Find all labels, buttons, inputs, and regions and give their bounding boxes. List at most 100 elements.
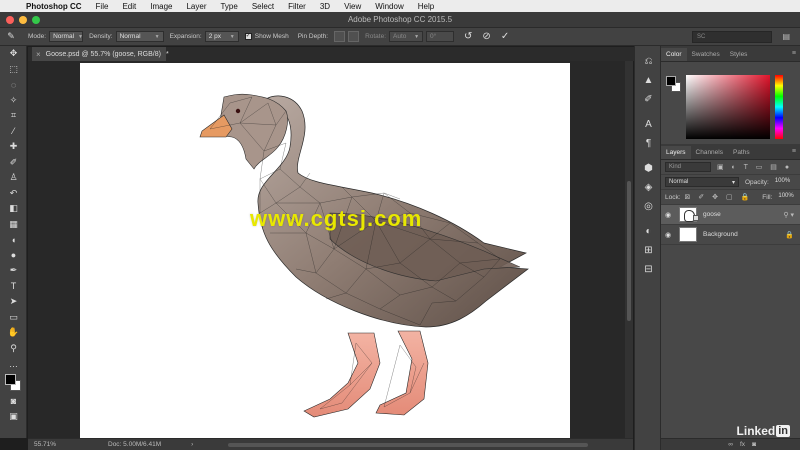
tab-styles[interactable]: Styles [725,48,753,61]
layer-style-icon[interactable]: fx [740,441,745,448]
tab-paths[interactable]: Paths [728,146,755,159]
menu-filter[interactable]: Filter [281,2,313,11]
filter-icons[interactable]: ▣ ◐ T ▭ ▤ ● [717,163,792,171]
menu-type[interactable]: Type [213,2,244,11]
tab-color[interactable]: Color [661,48,687,61]
layer-row-background[interactable]: ◉ Background 🔒 [661,225,800,245]
document-canvas[interactable] [80,63,570,438]
opacity-value[interactable]: 100% [772,177,793,187]
marquee-tool-icon[interactable]: ⬚ [0,62,27,78]
3d-panel-icon[interactable]: ⬢ [635,159,662,178]
menu-select[interactable]: Select [245,2,281,11]
foreground-background-swatches[interactable] [0,372,26,394]
color-panel-foreground-swatch[interactable] [666,76,676,86]
menu-file[interactable]: File [89,2,116,11]
checkmark-icon[interactable]: ✓ [501,31,509,42]
gradient-tool-icon[interactable]: ▦ [0,217,27,233]
visibility-eye-icon[interactable]: ◉ [665,231,675,239]
remove-pins-icon[interactable]: ↺ [464,31,472,42]
mode-select[interactable]: Normal ▼ [49,31,84,42]
blend-mode-select[interactable]: Normal ▾ [665,177,739,187]
history-panel-icon[interactable]: ⎌ [635,52,662,71]
menu-3d[interactable]: 3D [313,2,337,11]
menu-window[interactable]: Window [368,2,410,11]
character-panel-icon[interactable]: A [635,115,662,134]
horizontal-scroll-thumb[interactable] [228,443,588,447]
layer-row-goose[interactable]: ◉ goose ⚲ ▾ [661,205,800,225]
lasso-tool-icon[interactable]: ◌ [0,77,27,93]
menu-edit[interactable]: Edit [115,2,143,11]
channels-panel-icon[interactable]: ◎ [635,197,662,216]
screen-mode-icon[interactable]: ▣ [0,409,27,425]
zoom-level[interactable]: 55.71% [28,441,72,448]
clone-stamp-tool-icon[interactable]: ♙ [0,170,27,186]
healing-brush-tool-icon[interactable]: ✚ [0,139,27,155]
menu-image[interactable]: Image [143,2,179,11]
pen-tool-icon[interactable]: ✒ [0,263,27,279]
zoom-tool-icon[interactable]: ⚲ [0,341,27,357]
add-mask-icon[interactable]: ◙ [752,441,756,448]
pin-backward-button[interactable] [348,31,360,42]
history-brush-tool-icon[interactable]: ↶ [0,186,27,202]
link-layers-icon[interactable]: ∞ [728,441,733,448]
vertical-scrollbar[interactable] [625,61,633,438]
layers-panel-icon[interactable]: ◈ [635,178,662,197]
dodge-tool-icon[interactable]: ● [0,248,27,264]
panel-menu-icon[interactable]: ≡ [792,148,796,155]
menu-view[interactable]: View [337,2,368,11]
menu-app-name[interactable]: Photoshop CC [24,2,89,11]
cancel-icon[interactable]: ⊘ [482,31,490,42]
menu-layer[interactable]: Layer [179,2,213,11]
close-tab-icon[interactable]: × [36,50,41,59]
rotate-select[interactable]: Auto ▼ [389,31,424,42]
tab-layers[interactable]: Layers [661,146,691,159]
type-tool-icon[interactable]: T [0,279,27,295]
smart-filter-icon[interactable]: ⚲ ▾ [783,211,794,219]
properties-panel-icon[interactable]: ⊞ [635,241,662,260]
tab-channels[interactable]: Channels [691,146,728,159]
magic-wand-tool-icon[interactable]: ✧ [0,93,27,109]
menu-help[interactable]: Help [411,2,441,11]
lock-icons[interactable]: ⊠ ✐ ✥ ▢ 🔒 [685,193,753,201]
pin-depth-label: Pin Depth: [297,33,329,40]
eraser-tool-icon[interactable]: ◧ [0,201,27,217]
search-input[interactable]: SC [692,31,772,43]
canvas-area[interactable] [28,61,625,438]
puppet-pin-tool-icon[interactable]: ✎ [0,31,22,42]
kind-filter-select[interactable]: Kind [665,162,711,172]
hand-tool-icon[interactable]: ✋ [0,325,27,341]
timeline-panel-icon[interactable]: ⊟ [635,260,662,279]
document-tab[interactable]: × Goose.psd @ 55.7% (goose, RGB/8) * [32,47,169,61]
crop-tool-icon[interactable]: ⌗ [0,108,27,124]
path-selection-tool-icon[interactable]: ➤ [0,294,27,310]
rotate-degrees-input[interactable]: 0° [426,31,455,42]
status-menu-arrow[interactable]: › [191,441,193,448]
show-mesh-checkbox[interactable]: ✓ [244,33,252,40]
linkedin-in-badge: in [776,425,790,437]
pin-forward-button[interactable] [334,31,346,42]
panel-menu-icon[interactable]: ≡ [792,50,796,57]
vertical-scroll-thumb[interactable] [627,181,631,321]
adjustments-panel-icon[interactable]: ◐ [635,222,662,241]
tab-swatches[interactable]: Swatches [687,48,725,61]
mode-value: Normal [53,33,75,40]
more-tools-icon[interactable]: … [0,356,27,372]
rectangle-tool-icon[interactable]: ▭ [0,310,27,326]
brush-presets-icon[interactable]: ▲ [635,71,662,90]
workspace-menu-icon[interactable]: ▤ [782,32,790,41]
color-picker-field[interactable] [686,75,770,139]
lock-icon: 🔒 [785,231,794,239]
hue-slider[interactable] [775,75,783,139]
fill-value[interactable]: 100% [775,192,796,202]
paragraph-panel-icon[interactable]: ¶ [635,134,662,153]
eyedropper-tool-icon[interactable]: ⁄ [0,124,27,140]
blur-tool-icon[interactable]: ◖ [0,232,27,248]
visibility-eye-icon[interactable]: ◉ [665,211,675,219]
expansion-input[interactable]: 2 px ▼ [204,31,239,42]
move-tool-icon[interactable]: ✥ [0,46,27,62]
quick-mask-icon[interactable]: ◙ [0,394,27,410]
density-select[interactable]: Normal ▼ [115,31,164,42]
brush-tool-icon[interactable]: ✐ [0,155,27,171]
brush-settings-icon[interactable]: ✐ [635,90,662,109]
foreground-color-swatch[interactable] [5,373,16,385]
